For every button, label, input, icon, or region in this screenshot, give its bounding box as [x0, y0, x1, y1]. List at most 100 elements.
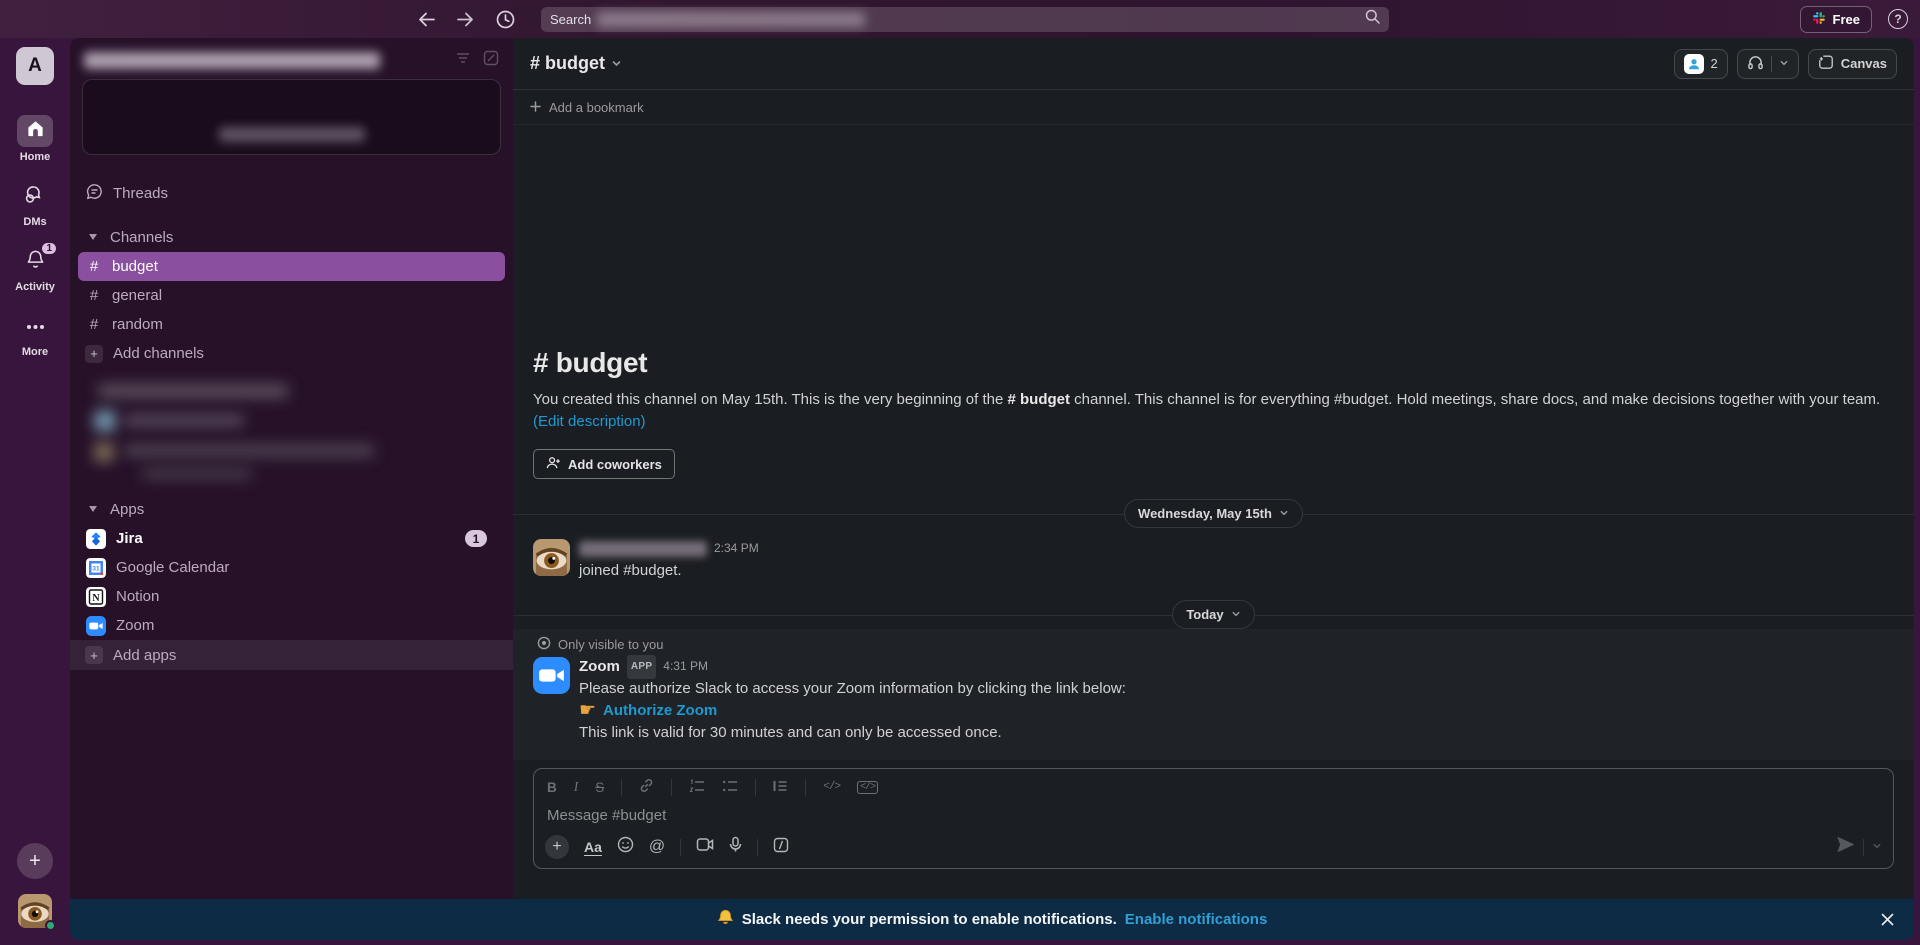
channel-item-general[interactable]: # general	[78, 281, 505, 310]
message-join[interactable]: 2:34 PM joined #budget.	[513, 534, 1914, 586]
divider	[671, 779, 672, 796]
code-button[interactable]: </>	[823, 781, 840, 793]
getting-started-card[interactable]	[82, 79, 501, 155]
workspace-name-redacted[interactable]	[84, 52, 380, 69]
workspace-sidebar: Threads Channels # budget # general	[70, 38, 513, 899]
zoom-icon	[86, 616, 106, 636]
video-clip-button[interactable]	[696, 837, 714, 857]
filter-icon[interactable]	[455, 50, 471, 71]
divider	[1863, 839, 1864, 856]
authorize-zoom-link[interactable]: Authorize Zoom	[603, 700, 717, 721]
search-input[interactable]: Search	[541, 7, 1389, 32]
divider	[755, 779, 756, 796]
date-divider-button[interactable]: Wednesday, May 15th	[1124, 499, 1303, 528]
members-button[interactable]: 2	[1674, 49, 1728, 79]
send-options-chevron-icon[interactable]	[1872, 838, 1882, 856]
huddle-button[interactable]	[1737, 49, 1799, 79]
bookmarks-bar: Add a bookmark	[513, 90, 1914, 125]
send-button[interactable]	[1836, 836, 1855, 858]
add-coworkers-button[interactable]: Add coworkers	[533, 449, 675, 479]
left-rail: A Home DMs 1 Activity More	[0, 38, 70, 940]
history-clock-icon[interactable]	[496, 10, 515, 29]
channel-item-budget[interactable]: # budget	[78, 252, 505, 281]
italic-button[interactable]: I	[574, 779, 579, 795]
divider	[1771, 56, 1772, 72]
free-label: Free	[1833, 12, 1860, 27]
app-item-zoom[interactable]: Zoom	[78, 611, 505, 640]
plus-icon: +	[85, 646, 103, 664]
message-input[interactable]: Message #budget	[534, 798, 1893, 832]
audio-clip-button[interactable]	[729, 836, 742, 858]
app-item-google-calendar[interactable]: 31 Google Calendar	[78, 553, 505, 582]
user-avatar[interactable]	[18, 894, 52, 928]
sidebar-item-threads[interactable]: Threads	[78, 179, 505, 208]
message-timestamp[interactable]: 4:31 PM	[663, 656, 708, 677]
google-calendar-icon: 31	[86, 558, 106, 578]
chevron-down-icon	[89, 506, 97, 512]
blockquote-button[interactable]	[773, 779, 788, 796]
app-sender-name[interactable]: Zoom	[579, 656, 620, 677]
close-icon[interactable]	[1880, 899, 1895, 940]
add-channels-button[interactable]: + Add channels	[78, 339, 505, 368]
eye-icon	[537, 636, 551, 653]
emoji-button[interactable]	[617, 836, 634, 858]
more-icon	[26, 317, 45, 335]
member-avatar-icon	[1684, 54, 1704, 74]
notification-banner: Slack needs your permission to enable no…	[70, 899, 1914, 940]
app-item-jira[interactable]: Jira 1	[78, 524, 505, 553]
svg-text:N: N	[92, 593, 100, 604]
ordered-list-button[interactable]	[689, 779, 705, 796]
username-redacted[interactable]	[579, 541, 707, 557]
sidebar-item-dms[interactable]: DMs	[17, 180, 53, 228]
svg-text:31: 31	[92, 565, 100, 572]
message-composer[interactable]: B I S </> </>	[533, 768, 1894, 869]
ephemeral-note: Only visible to you	[558, 637, 664, 652]
channels-section-header[interactable]: Channels	[78, 222, 505, 252]
sidebar-item-home[interactable]: Home	[17, 115, 53, 163]
code-block-button[interactable]: </>	[857, 781, 878, 794]
canvas-button[interactable]: Canvas	[1808, 49, 1897, 79]
user-avatar[interactable]	[533, 539, 570, 576]
create-new-button[interactable]: +	[17, 843, 53, 879]
chevron-down-icon[interactable]	[1779, 56, 1789, 71]
history-forward-icon[interactable]	[457, 12, 474, 27]
zoom-app-avatar[interactable]	[533, 657, 570, 694]
top-bar: Search Free ?	[0, 0, 1920, 38]
app-item-notion[interactable]: N Notion	[78, 582, 505, 611]
channel-item-random[interactable]: # random	[78, 310, 505, 339]
message-zoom-app[interactable]: Zoom APP 4:31 PM Please authorize Slack …	[513, 657, 1914, 748]
sidebar-item-activity[interactable]: 1 Activity	[15, 245, 55, 293]
dms-icon	[25, 184, 45, 209]
jira-unread-badge: 1	[465, 530, 487, 547]
bullet-list-button[interactable]	[722, 779, 738, 796]
hash-icon: #	[86, 258, 102, 275]
help-icon[interactable]: ?	[1888, 9, 1908, 29]
slack-logo-icon	[1812, 11, 1826, 28]
channel-title-button[interactable]: # budget	[530, 53, 622, 74]
search-icon	[1365, 9, 1380, 29]
strikethrough-button[interactable]: S	[595, 780, 604, 795]
workspace-avatar[interactable]: A	[16, 47, 54, 85]
free-plan-badge[interactable]: Free	[1800, 6, 1872, 33]
today-divider-button[interactable]: Today	[1172, 600, 1254, 629]
message-timestamp[interactable]: 2:34 PM	[714, 538, 759, 559]
shortcuts-button[interactable]	[773, 837, 789, 858]
message-list: # budget You created this channel on May…	[513, 125, 1914, 899]
link-button[interactable]	[639, 778, 654, 796]
compose-icon[interactable]	[483, 50, 499, 71]
notion-icon: N	[86, 587, 106, 607]
sidebar-item-more[interactable]: More	[17, 310, 53, 358]
enable-notifications-link[interactable]: Enable notifications	[1125, 911, 1268, 928]
edit-description-link[interactable]: (Edit description)	[533, 413, 646, 430]
format-toggle-button[interactable]: Aa	[584, 839, 602, 855]
banner-text: Slack needs your permission to enable no…	[742, 911, 1117, 928]
attach-plus-button[interactable]: +	[545, 835, 569, 859]
add-apps-button[interactable]: + Add apps	[70, 640, 513, 670]
mention-button[interactable]: @	[649, 838, 665, 856]
history-back-icon[interactable]	[418, 12, 435, 27]
add-bookmark-button[interactable]: Add a bookmark	[549, 100, 644, 115]
bold-button[interactable]: B	[547, 780, 557, 795]
ephemeral-message-block: Only visible to you Zoom APP 4:31 PM Ple	[513, 629, 1914, 760]
apps-section-header[interactable]: Apps	[78, 494, 505, 524]
channel-intro: # budget You created this channel on May…	[513, 347, 1914, 485]
